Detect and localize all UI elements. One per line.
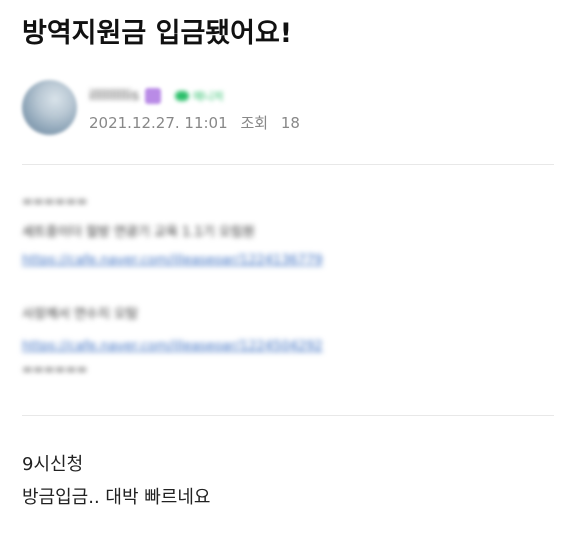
blurred-link-1[interactable]: https://cafe.naver.com/illeaseoar/122413… [22, 251, 323, 271]
post-meta: 2021.12.27. 11:01 조회 18 [89, 112, 300, 133]
blurred-link-2[interactable]: https://cafe.naver.com/illeaseoar/122450… [22, 337, 323, 357]
author-name[interactable]: illlllllllis [89, 88, 139, 104]
body-line-2: 방금입금.. 대박 빠르네요 [22, 487, 211, 508]
view-count-label: 조회 [240, 114, 269, 132]
avatar[interactable] [22, 80, 77, 135]
content-divider [22, 415, 554, 416]
view-count: 조회 18 [240, 114, 299, 132]
blurred-line-3: 사장께서 연수지 오탐 [22, 307, 138, 322]
header-divider [22, 164, 554, 165]
author-line: illlllllllis 매니저 [89, 86, 223, 106]
author-block: illlllllllis 매니저 2021.12.27. 11:01 조회 18 [22, 80, 562, 140]
chat-icon [175, 91, 190, 101]
blurred-line-1: ====== [22, 195, 88, 210]
blurred-line-4: ====== [22, 363, 88, 378]
view-count-value: 18 [280, 114, 300, 132]
post-title: 방역지원금 입금됐어요! [22, 18, 293, 49]
manager-badge-label: 매니저 [193, 90, 224, 103]
manager-badge: 매니저 [175, 88, 223, 104]
post-date: 2021.12.27. 11:01 [89, 114, 228, 132]
member-grade-icon [145, 88, 162, 104]
blurred-line-2: 세트중이더 절방 연광기 교육 1.1기 오림원 [22, 225, 255, 240]
body-line-1: 9시신청 [22, 454, 84, 475]
